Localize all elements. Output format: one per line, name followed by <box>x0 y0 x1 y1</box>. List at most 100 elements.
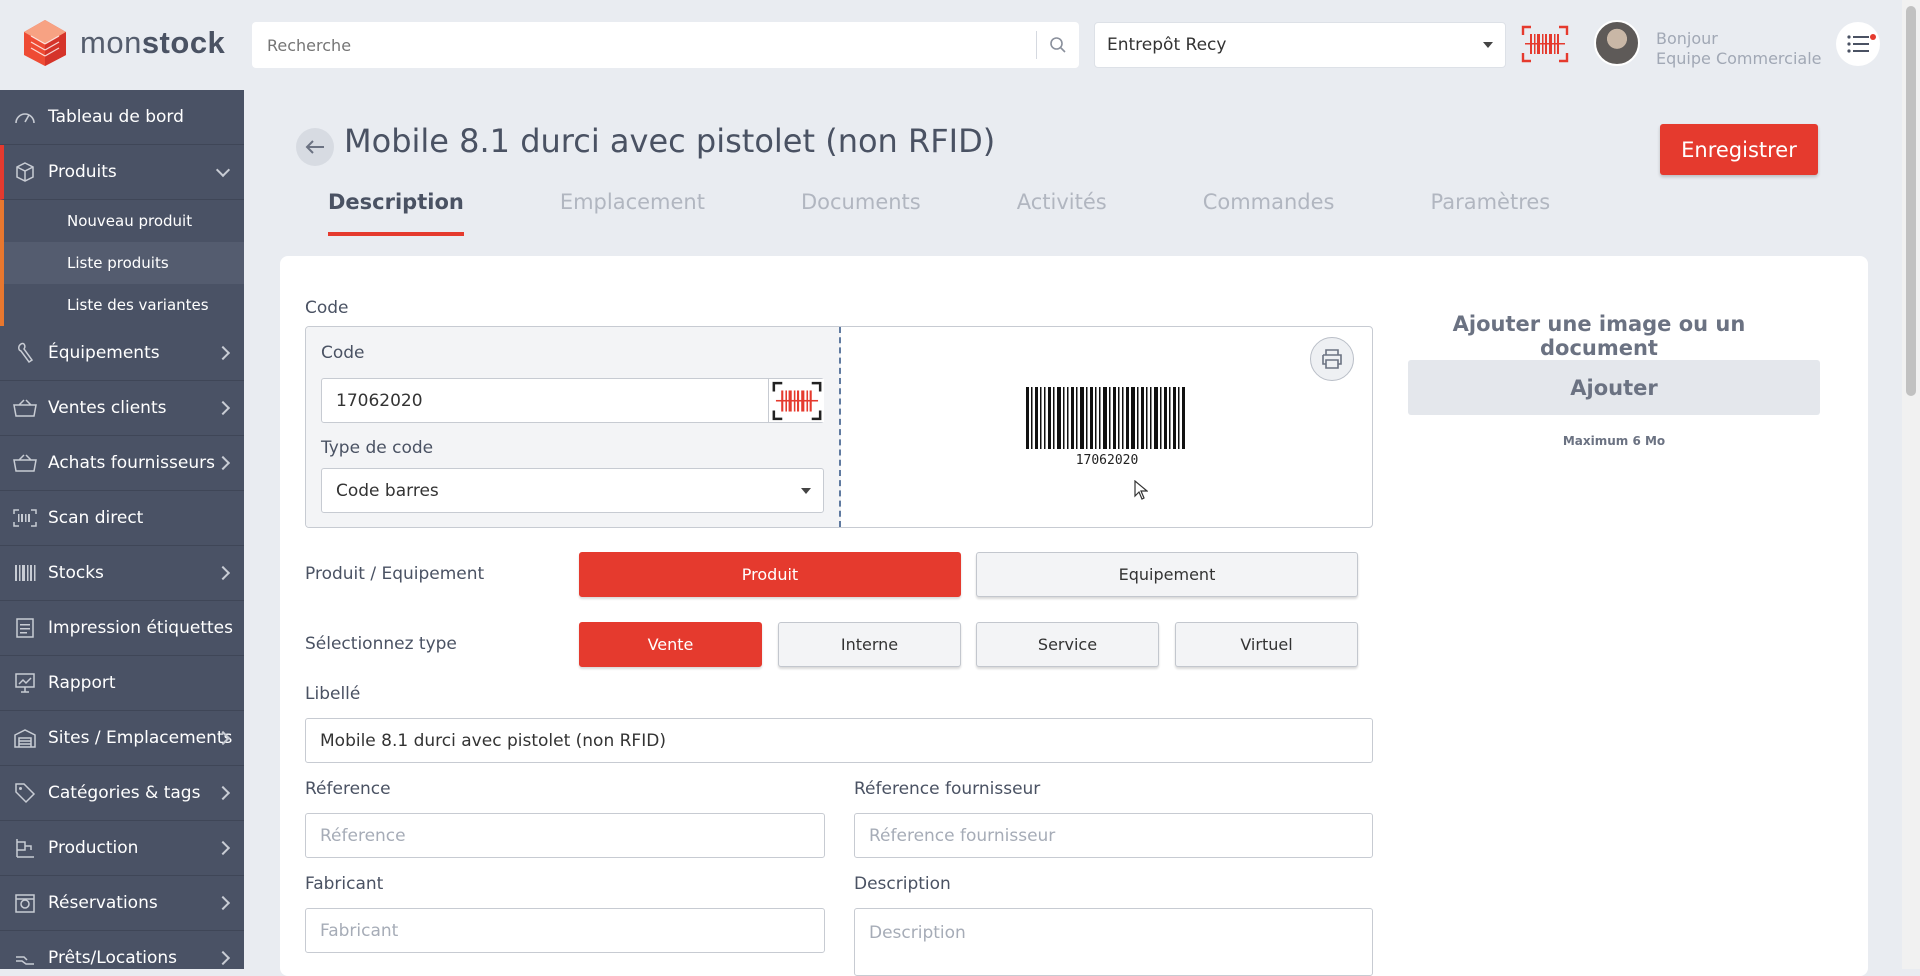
tab-settings[interactable]: Paramètres <box>1431 190 1551 236</box>
sidebar-item-label: Ventes clients <box>48 398 167 418</box>
cart-icon <box>12 450 38 476</box>
sidebar: Tableau de bord Produits Nouveau produit… <box>0 90 244 969</box>
chevron-right-icon <box>215 400 231 416</box>
arrow-left-icon <box>305 140 324 154</box>
chevron-right-icon <box>215 345 231 361</box>
search-icon[interactable] <box>1037 36 1079 54</box>
chevron-down-icon <box>215 162 231 178</box>
code-input[interactable]: 17062020 <box>321 378 824 423</box>
code-type-select[interactable]: Code barres <box>321 468 824 513</box>
back-button[interactable] <box>296 128 334 166</box>
type-internal-button[interactable]: Interne <box>778 622 961 667</box>
search-input[interactable] <box>252 22 1036 68</box>
save-button[interactable]: Enregistrer <box>1660 124 1818 175</box>
chevron-down-icon <box>1483 42 1493 48</box>
tab-documents[interactable]: Documents <box>801 190 921 236</box>
type-sale-button[interactable]: Vente <box>579 622 762 667</box>
sidebar-item-stocks[interactable]: Stocks <box>0 546 244 601</box>
chevron-right-icon <box>215 895 231 911</box>
barcode-scan-icon[interactable] <box>1520 22 1570 66</box>
tab-activities[interactable]: Activités <box>1017 190 1107 236</box>
loan-icon <box>12 945 38 969</box>
main-content: Mobile 8.1 durci avec pistolet (non RFID… <box>244 90 1902 976</box>
cart-icon <box>12 395 38 421</box>
sidebar-item-label: Réservations <box>48 893 158 913</box>
product-form-card: Code Code 17062020 Type de code Code bar… <box>280 256 1868 976</box>
chevron-right-icon <box>215 840 231 856</box>
sidebar-item-label-printing[interactable]: Impression étiquettes <box>0 601 244 656</box>
chevron-right-icon <box>215 565 231 581</box>
sidebar-item-production[interactable]: Production <box>0 821 244 876</box>
sidebar-item-label: Catégories & tags <box>48 783 201 803</box>
monstock-logo[interactable]: monstock <box>20 18 225 68</box>
sidebar-item-customer-sales[interactable]: Ventes clients <box>0 381 244 436</box>
tabs: Description Emplacement Documents Activi… <box>328 190 1646 236</box>
supplier-reference-placeholder: Réference fournisseur <box>869 825 1056 846</box>
page-title: Mobile 8.1 durci avec pistolet (non RFID… <box>344 122 996 160</box>
product-equipment-label: Produit / Equipement <box>305 564 485 584</box>
tab-orders[interactable]: Commandes <box>1203 190 1335 236</box>
code-type-value: Code barres <box>336 480 439 501</box>
notification-dot <box>1870 34 1876 40</box>
type-virtual-button[interactable]: Virtuel <box>1175 622 1358 667</box>
sidebar-item-supplier-purchases[interactable]: Achats fournisseurs <box>0 436 244 491</box>
barcode-icon <box>12 560 38 586</box>
avatar[interactable] <box>1594 20 1640 66</box>
libelle-label: Libellé <box>305 684 361 704</box>
scrollbar-thumb[interactable] <box>1906 6 1916 396</box>
sidebar-item-sites-locations[interactable]: Sites / Emplacements <box>0 711 244 766</box>
reference-input[interactable]: Réference <box>305 813 825 858</box>
libelle-input[interactable]: Mobile 8.1 durci avec pistolet (non RFID… <box>305 718 1373 763</box>
sidebar-item-categories-tags[interactable]: Catégories & tags <box>0 766 244 821</box>
main-menu-button[interactable] <box>1836 22 1880 66</box>
equipment-toggle-button[interactable]: Equipement <box>976 552 1358 597</box>
user-name: Equipe Commerciale <box>1656 49 1822 68</box>
print-button[interactable] <box>1310 337 1354 381</box>
sidebar-item-label: Stocks <box>48 563 104 583</box>
printer-icon <box>1322 349 1342 369</box>
type-service-button[interactable]: Service <box>976 622 1159 667</box>
production-icon <box>12 835 38 861</box>
search-bar <box>252 22 1079 68</box>
sidebar-item-reservations[interactable]: Réservations <box>0 876 244 931</box>
page-scrollbar[interactable] <box>1902 0 1920 969</box>
warehouse-select[interactable]: Entrepôt Recy <box>1094 22 1506 68</box>
add-attachment-button[interactable]: Ajouter <box>1408 360 1820 415</box>
product-toggle-button[interactable]: Produit <box>579 552 961 597</box>
sidebar-item-label: Sites / Emplacements <box>48 728 233 748</box>
sidebar-item-products[interactable]: Produits <box>0 145 244 200</box>
manufacturer-input[interactable]: Fabricant <box>305 908 825 953</box>
sidebar-item-label: Tableau de bord <box>48 107 184 127</box>
top-bar: monstock Entrepôt Recy Bonjour Equipe Co… <box>0 0 1902 90</box>
description-textarea[interactable]: Description <box>854 908 1373 976</box>
tab-location[interactable]: Emplacement <box>560 190 705 236</box>
sidebar-subitem-product-list[interactable]: Liste produits <box>4 242 244 284</box>
code-fields-panel: Code 17062020 Type de code Code barres <box>306 327 841 527</box>
sidebar-subitem-variants-list[interactable]: Liste des variantes <box>4 284 244 326</box>
scanner-icon <box>12 505 38 531</box>
reservation-icon <box>12 890 38 916</box>
description-placeholder: Description <box>869 923 966 943</box>
tab-description[interactable]: Description <box>328 190 464 236</box>
products-submenu: Nouveau produit Liste produits Liste des… <box>0 200 244 326</box>
supplier-reference-input[interactable]: Réference fournisseur <box>854 813 1373 858</box>
warehouse-selected: Entrepôt Recy <box>1107 35 1227 55</box>
warehouse-icon <box>12 725 38 751</box>
description-label: Description <box>854 874 951 894</box>
reference-label: Réference <box>305 779 391 799</box>
sidebar-item-dashboard[interactable]: Tableau de bord <box>0 90 244 145</box>
sidebar-subitem-new-product[interactable]: Nouveau produit <box>4 200 244 242</box>
logo-text: monstock <box>80 25 226 60</box>
tag-icon <box>12 780 38 806</box>
mouse-cursor-icon <box>1134 479 1149 504</box>
sidebar-item-direct-scan[interactable]: Scan direct <box>0 491 244 546</box>
code-label: Code <box>321 343 365 363</box>
code-scan-icon[interactable] <box>768 379 824 422</box>
sidebar-item-label: Achats fournisseurs <box>48 453 215 473</box>
sidebar-item-loans-rentals[interactable]: Prêts/Locations <box>0 931 244 969</box>
chevron-right-icon <box>215 950 231 966</box>
attachments-title: Ajouter une image ou un document <box>1452 312 1746 360</box>
sidebar-item-report[interactable]: Rapport <box>0 656 244 711</box>
sidebar-item-equipment[interactable]: Équipements <box>0 326 244 381</box>
sidebar-item-label: Impression étiquettes <box>48 618 233 638</box>
